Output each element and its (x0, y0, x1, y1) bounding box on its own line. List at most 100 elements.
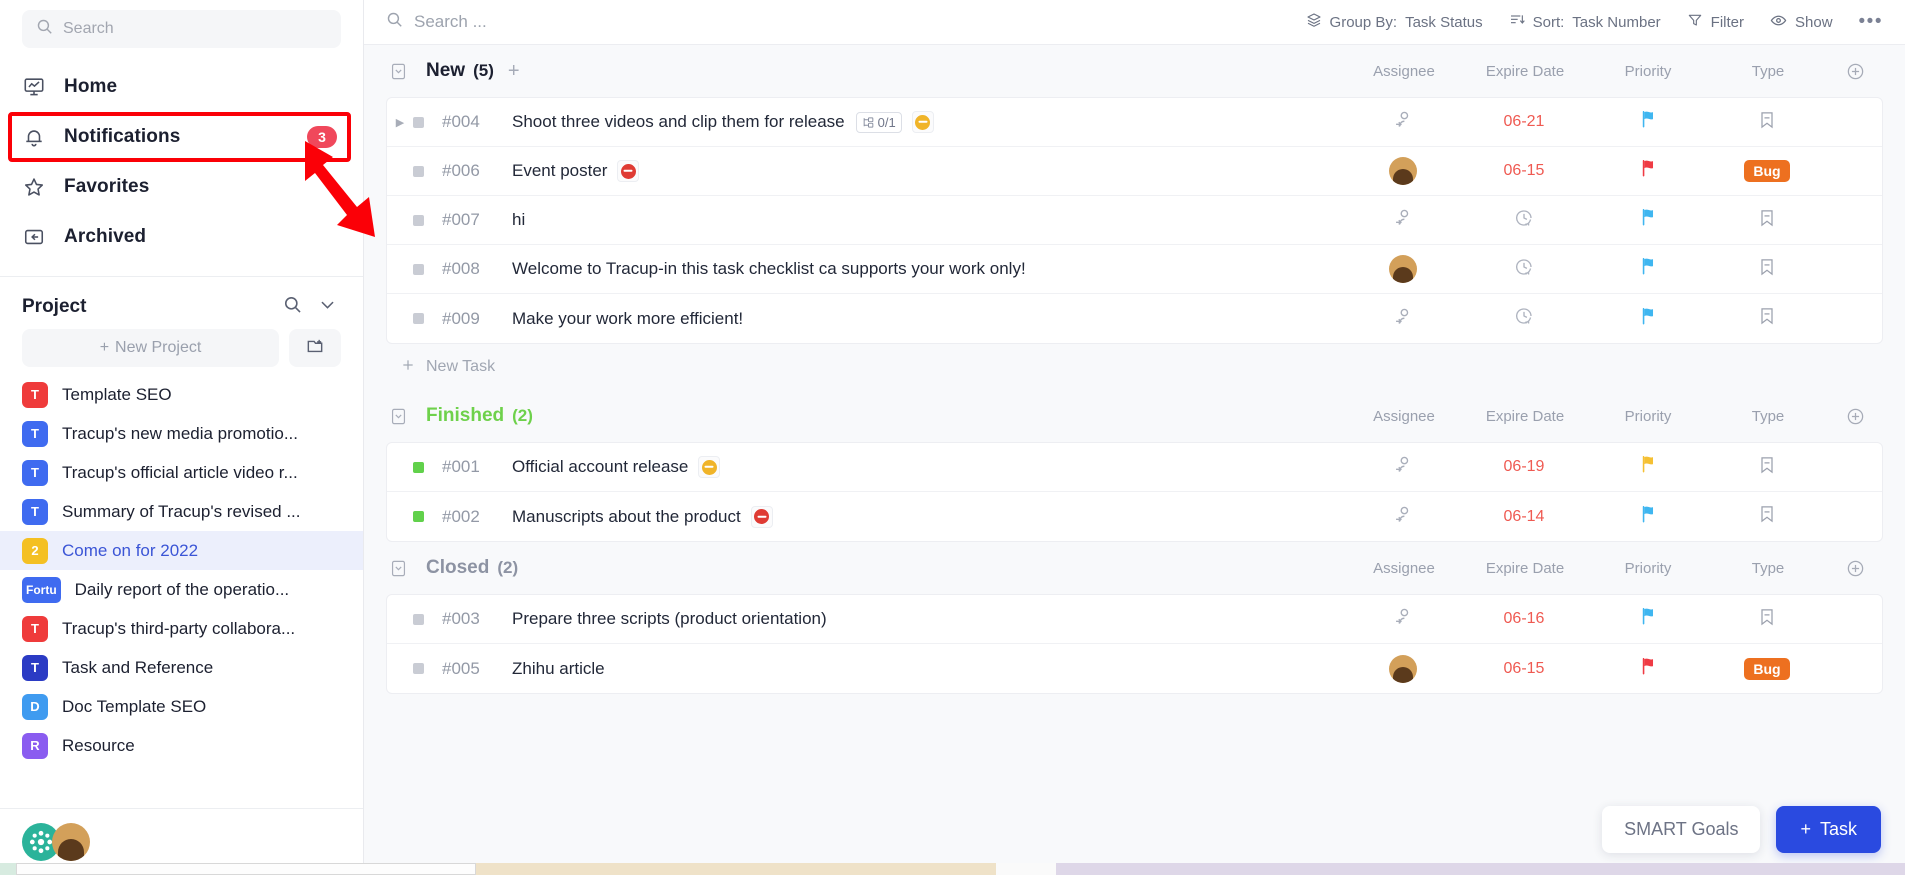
expire-date-cell[interactable] (1462, 208, 1586, 233)
type-cell[interactable] (1708, 109, 1826, 136)
table-row[interactable]: #005 Zhihu article 06-15 Bug (387, 644, 1882, 693)
subtask-count: 0/1 (877, 114, 896, 130)
type-cell[interactable]: Bug (1708, 160, 1826, 182)
collapse-group-icon[interactable] (386, 407, 410, 426)
priority-cell[interactable] (1586, 504, 1708, 530)
chevron-down-icon[interactable] (318, 295, 337, 319)
sidebar-item-favorites[interactable]: Favorites (0, 162, 363, 212)
sidebar-search-input[interactable]: Search (22, 10, 341, 48)
plus-circle-icon[interactable] (1827, 62, 1883, 81)
star-icon (22, 175, 46, 199)
add-person-icon[interactable] (1393, 504, 1414, 530)
sidebar-project-item[interactable]: T Tracup's third-party collabora... (0, 609, 363, 648)
type-cell[interactable]: Bug (1708, 657, 1826, 680)
clock-icon[interactable] (1514, 208, 1534, 233)
priority-cell[interactable] (1586, 207, 1708, 233)
priority-cell[interactable] (1586, 606, 1708, 632)
priority-cell[interactable] (1586, 454, 1708, 480)
add-person-icon[interactable] (1393, 606, 1414, 632)
bookmark-icon[interactable] (1757, 207, 1777, 234)
priority-cell[interactable] (1586, 109, 1708, 135)
avatar[interactable] (1389, 255, 1417, 283)
add-person-icon[interactable] (1393, 454, 1414, 480)
group-by-button[interactable]: Group By: Task Status (1306, 12, 1483, 32)
sidebar-project-item[interactable]: T Tracup's official article video r... (0, 453, 363, 492)
collapse-group-icon[interactable] (386, 559, 410, 578)
type-cell[interactable] (1708, 256, 1826, 283)
avatar[interactable] (1389, 157, 1417, 185)
clock-icon[interactable] (1514, 306, 1534, 331)
bookmark-icon[interactable] (1757, 606, 1777, 633)
plus-circle-icon[interactable] (1827, 407, 1883, 426)
sidebar-project-item[interactable]: T Template SEO (0, 375, 363, 414)
sidebar-project-item[interactable]: T Task and Reference (0, 648, 363, 687)
add-person-icon[interactable] (1393, 306, 1414, 332)
bookmark-icon[interactable] (1757, 109, 1777, 136)
add-person-icon[interactable] (1393, 207, 1414, 233)
priority-cell[interactable] (1586, 158, 1708, 184)
add-task-button[interactable]: + Task (1776, 806, 1881, 853)
table-row[interactable]: ▶ #004 Shoot three videos and clip them fo… (387, 98, 1882, 147)
expire-date-cell[interactable]: 06-15 (1462, 162, 1586, 180)
sidebar-project-item[interactable]: Fortu Daily report of the operatio... (0, 570, 363, 609)
sidebar-project-item[interactable]: D Doc Template SEO (0, 687, 363, 726)
expire-date-cell[interactable] (1462, 257, 1586, 282)
expire-date-cell[interactable]: 06-15 (1462, 660, 1586, 678)
task-title: Official account release (512, 457, 689, 476)
search-icon[interactable] (283, 295, 302, 319)
column-header-assignee: Assignee (1373, 62, 1435, 80)
expire-date: 06-19 (1503, 458, 1545, 475)
expire-date-cell[interactable] (1462, 306, 1586, 331)
main-search-input[interactable]: Search ... (386, 11, 487, 33)
type-cell[interactable] (1708, 606, 1826, 633)
table-row[interactable]: #006 Event poster 06-15 Bug (387, 147, 1882, 196)
new-folder-button[interactable] (289, 329, 341, 367)
sidebar-item-archived[interactable]: Archived (0, 212, 363, 262)
plus-circle-icon[interactable] (1827, 559, 1883, 578)
bookmark-icon[interactable] (1757, 305, 1777, 332)
table-row[interactable]: #001 Official account release 06-19 (387, 443, 1882, 492)
smart-goals-button[interactable]: SMART Goals (1602, 806, 1761, 853)
avatar[interactable] (52, 823, 90, 861)
status-dot (413, 214, 424, 226)
new-task-button[interactable]: New Task (386, 344, 1883, 390)
more-options-button[interactable]: ••• (1859, 11, 1883, 33)
priority-cell[interactable] (1586, 256, 1708, 282)
add-task-in-group-button[interactable]: + (508, 60, 520, 83)
sidebar-project-item[interactable]: T Summary of Tracup's revised ... (0, 492, 363, 531)
clock-icon[interactable] (1514, 257, 1534, 282)
sort-button[interactable]: Sort: Task Number (1509, 12, 1661, 32)
table-row[interactable]: #008 Welcome to Tracup-in this task check… (387, 245, 1882, 294)
expire-date-cell[interactable]: 06-21 (1462, 113, 1586, 131)
sidebar-item-notifications[interactable]: Notifications 3 (0, 112, 363, 162)
sidebar-project-item[interactable]: 2 Come on for 2022 (0, 531, 363, 570)
expire-date-cell[interactable]: 06-16 (1462, 610, 1586, 628)
filter-button[interactable]: Filter (1687, 12, 1744, 32)
project-item-label: Daily report of the operatio... (74, 579, 290, 599)
app-root: Search Home Notifications 3 Favorites Ar… (0, 0, 1905, 875)
type-cell[interactable] (1708, 207, 1826, 234)
show-button[interactable]: Show (1770, 12, 1833, 33)
avatar[interactable] (1389, 654, 1417, 683)
sidebar-project-item[interactable]: R Resource (0, 726, 363, 765)
table-row[interactable]: #003 Prepare three scripts (product orien… (387, 595, 1882, 644)
bookmark-icon[interactable] (1757, 256, 1777, 283)
table-row[interactable]: #007 hi (387, 196, 1882, 245)
table-row[interactable]: #009 Make your work more efficient! (387, 294, 1882, 343)
sidebar-project-item[interactable]: T Tracup's new media promotio... (0, 414, 363, 453)
collapse-group-icon[interactable] (386, 62, 410, 81)
add-person-icon[interactable] (1393, 109, 1414, 135)
expand-row-icon[interactable]: ▶ (387, 116, 413, 129)
new-project-button[interactable]: + New Project (22, 329, 279, 367)
type-cell[interactable] (1708, 305, 1826, 332)
expire-date-cell[interactable]: 06-19 (1462, 458, 1586, 476)
priority-cell[interactable] (1586, 306, 1708, 332)
bookmark-icon[interactable] (1757, 503, 1777, 530)
expire-date-cell[interactable]: 06-14 (1462, 508, 1586, 526)
sidebar-item-home[interactable]: Home (0, 62, 363, 112)
priority-cell[interactable] (1586, 656, 1708, 682)
type-cell[interactable] (1708, 454, 1826, 481)
type-cell[interactable] (1708, 503, 1826, 530)
bookmark-icon[interactable] (1757, 454, 1777, 481)
table-row[interactable]: #002 Manuscripts about the product 06-14 (387, 492, 1882, 541)
